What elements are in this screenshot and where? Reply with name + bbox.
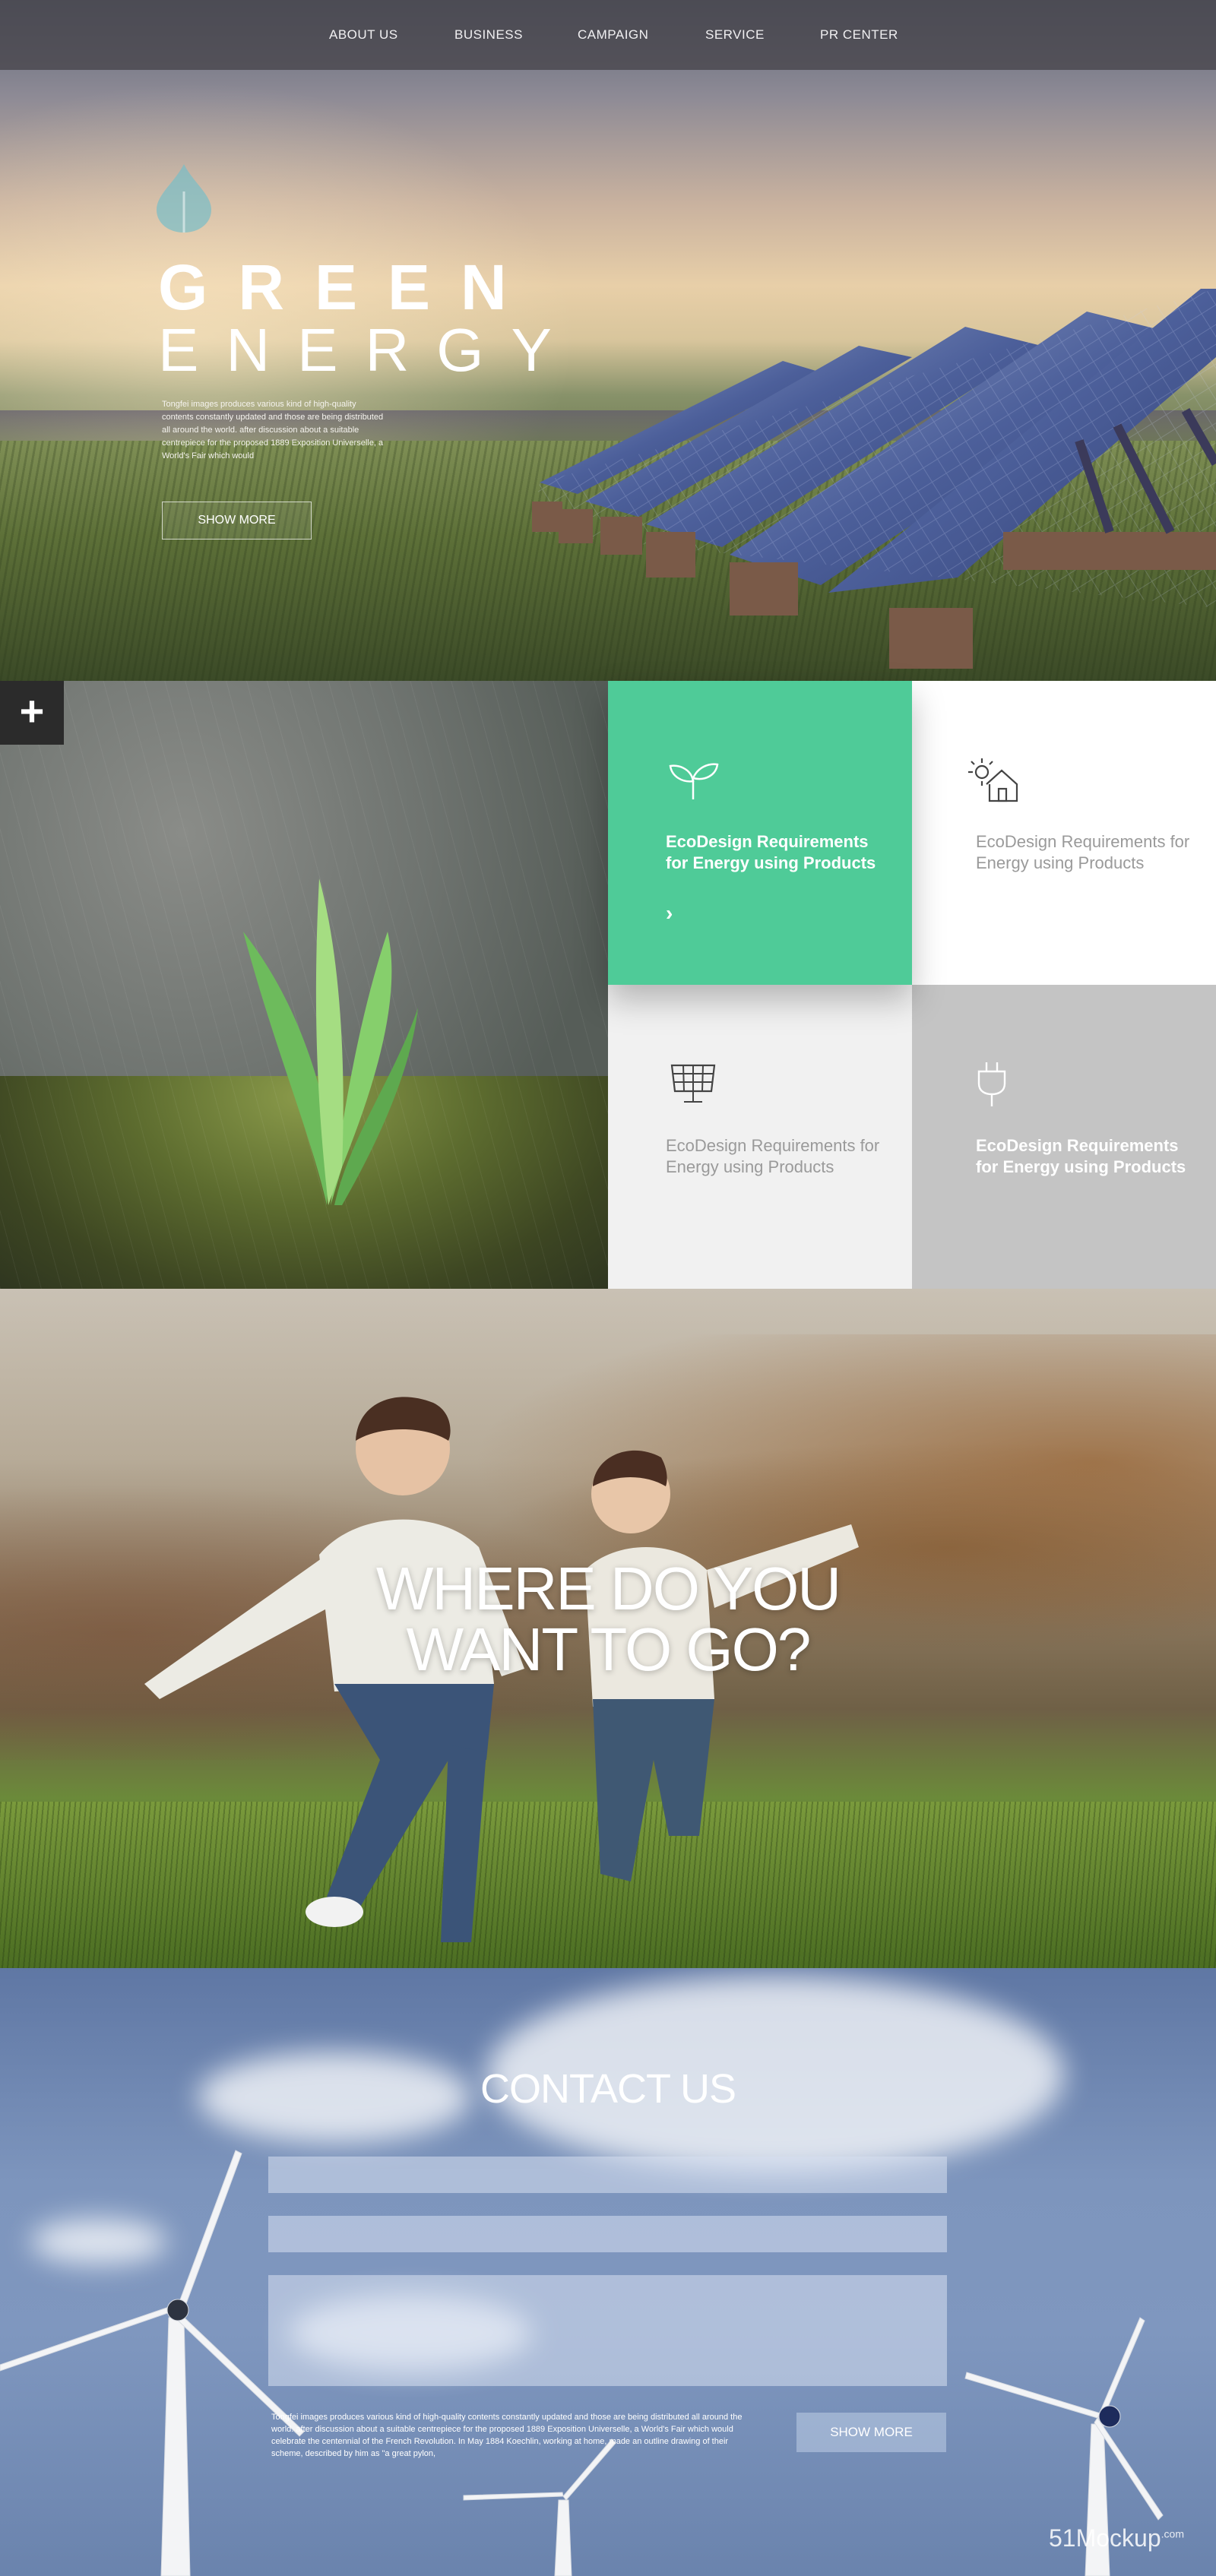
contact-title: CONTACT US: [480, 2066, 736, 2112]
contact-section: CONTACT US Tongfei images produces vario…: [0, 1968, 1216, 2576]
wind-turbines-image: [0, 2150, 1164, 2576]
watermark-text: 51Mockup: [1049, 2524, 1161, 2552]
feature-card-4-text: EcoDesign Requirements for Energy using …: [976, 1136, 1186, 1176]
feature-card-4[interactable]: EcoDesign Requirements for Energy using …: [912, 985, 1216, 1289]
solar-panel-icon: [670, 1064, 716, 1103]
nav-item-service[interactable]: SERVICE: [705, 27, 765, 43]
sprout-leaves: [243, 878, 418, 1205]
chevron-right-icon[interactable]: ›: [666, 901, 673, 926]
feature-card-3[interactable]: EcoDesign Requirements for Energy using …: [608, 985, 912, 1289]
solar-house-icon: [968, 758, 1018, 802]
feature-card-1[interactable]: EcoDesign Requirements for Energy using …: [608, 681, 912, 985]
watermark-suffix: .com: [1161, 2527, 1184, 2540]
kids-section: WHERE DO YOU WANT TO GO?: [0, 1289, 1216, 1968]
kids-headline: WHERE DO YOU WANT TO GO?: [0, 1559, 1216, 1680]
contact-message-field[interactable]: [268, 2275, 947, 2386]
expand-plus-button[interactable]: +: [0, 681, 64, 745]
contact-name-field[interactable]: [268, 2157, 947, 2193]
sprout-image: [0, 681, 608, 1289]
kids-headline-line2: WANT TO GO?: [406, 1616, 812, 1683]
watermark-logo: 51Mockup.com: [1049, 2524, 1184, 2552]
water-drop-logo-icon: [157, 164, 211, 233]
hero-description: Tongfei images produces various kind of …: [162, 400, 384, 460]
feature-card-2-text: EcoDesign Requirements for Energy using …: [976, 832, 1190, 872]
kids-headline-line1: WHERE DO YOU: [375, 1555, 841, 1622]
nav-item-pr-center[interactable]: PR CENTER: [820, 27, 898, 43]
feature-section: + EcoDesign Requirements for Energy usin…: [0, 681, 1216, 1289]
top-navigation: ABOUT US BUSINESS CAMPAIGN SERVICE PR CE…: [0, 0, 1216, 70]
contact-description: Tongfei images produces various kind of …: [271, 2413, 743, 2458]
contact-email-field[interactable]: [268, 2216, 947, 2252]
nav-item-business[interactable]: BUSINESS: [454, 27, 523, 43]
contact-show-more-button[interactable]: SHOW MORE: [796, 2413, 946, 2452]
feature-card-2[interactable]: EcoDesign Requirements for Energy using …: [912, 681, 1216, 985]
hero-title-energy: ENERGY: [158, 316, 579, 384]
sprout-icon: [669, 763, 719, 799]
feature-card-3-text: EcoDesign Requirements for Energy using …: [666, 1136, 880, 1176]
plug-icon: [977, 1062, 1006, 1106]
hero-title-green: GREEN: [158, 252, 537, 323]
hero-section: GREEN ENERGY Tongfei images produces var…: [0, 0, 1216, 681]
hero-show-more-button[interactable]: SHOW MORE: [162, 502, 312, 540]
feature-card-1-text: EcoDesign Requirements for Energy using …: [666, 832, 876, 872]
nav-item-about-us[interactable]: ABOUT US: [329, 27, 398, 43]
nav-item-campaign[interactable]: CAMPAIGN: [578, 27, 648, 43]
